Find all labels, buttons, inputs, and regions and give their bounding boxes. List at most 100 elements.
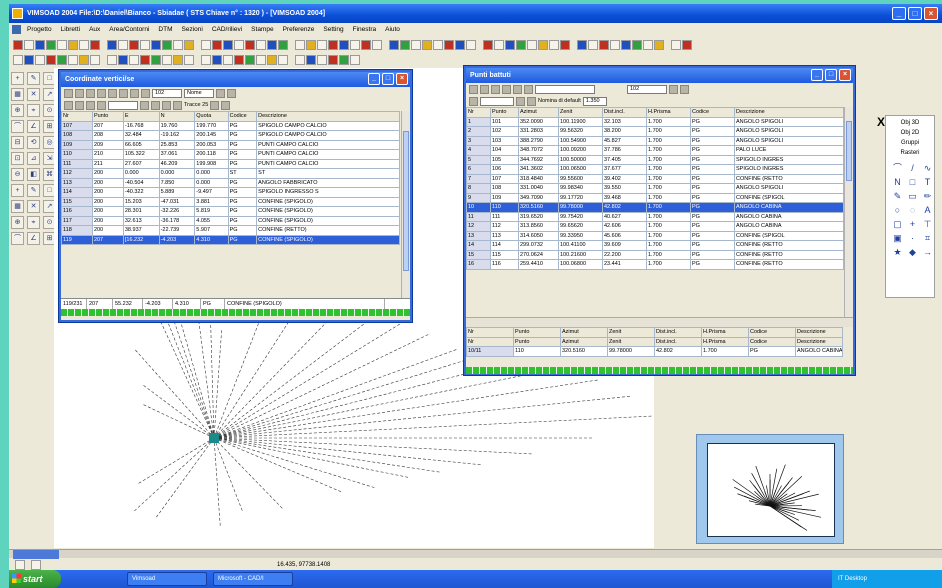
table-cell[interactable]: PG [227,234,258,245]
column-header[interactable]: Punto [91,111,124,122]
toolbar-button-icon[interactable] [350,55,360,65]
column-header[interactable]: Descrizione [734,107,844,118]
column-header[interactable]: N [158,111,196,122]
table-cell[interactable]: PG [690,192,735,203]
column-header[interactable]: Dist.incl. [654,336,702,347]
table-cell[interactable]: 99.33950 [558,230,603,241]
obj3d-label[interactable]: Obj 3D [886,120,934,126]
table-cell[interactable]: 15 [466,249,491,260]
toolbar-button-icon[interactable] [223,40,233,50]
table-cell[interactable]: PG [227,158,258,169]
table-cell[interactable]: 1.700 [646,183,691,194]
toolbar-button-icon[interactable] [79,40,89,50]
menu-item[interactable]: Progetto [27,26,52,33]
tool-icon[interactable]: ∠ [27,232,40,245]
table-cell[interactable]: 101 [490,116,519,127]
tool-icon[interactable]: ⊕ [11,216,24,229]
table-cell[interactable]: -47.031 [158,196,196,207]
table-cell[interactable]: PG [690,116,735,127]
table-row[interactable]: 6 106 341.3602 100.06500 37.677 1.700 PG SPIGOL… [466,164,844,175]
toolbar-button-icon[interactable] [151,40,161,50]
wave-icon[interactable]: ∿ [922,163,933,174]
toolbar-button-icon[interactable] [339,55,349,65]
table-cell[interactable]: SPIGOLO CAMPO CALCIO [256,130,400,141]
layer-tab[interactable] [13,550,59,559]
column-header[interactable]: Descrizione [256,111,400,122]
edit-cell[interactable]: CONFINE (SPIGOLO) [225,299,385,309]
table-cell[interactable]: 100.21600 [558,249,603,260]
table-row[interactable]: 13 113 314.6050 99.33950 45.606 1.700 PG CONFIN… [466,230,844,241]
tool-icon[interactable] [469,84,478,94]
table-cell[interactable]: 37.677 [602,164,647,175]
table-cell[interactable]: 99.78000 [558,202,603,213]
table-cell[interactable]: 1.700 [646,154,691,165]
points-hscrollbar[interactable] [466,317,853,327]
table-cell[interactable]: 5.819 [194,206,229,217]
table-cell[interactable]: 100.54900 [558,135,603,146]
tool-icon[interactable] [513,84,522,94]
toolbar-button-icon[interactable] [201,40,211,50]
table-cell[interactable]: 1.700 [646,249,691,260]
points-combo[interactable] [535,84,595,94]
table-cell[interactable]: 104 [490,145,519,156]
binoculars-icon[interactable] [469,96,478,106]
table-cell[interactable]: PG [690,230,735,241]
table-cell[interactable]: 16 [466,259,491,270]
tool-icon[interactable]: ⌒ [11,120,24,133]
toolbar-button-icon[interactable] [671,40,681,50]
table-cell[interactable]: PG [690,240,735,251]
table-cell[interactable]: -19.162 [158,130,196,141]
column-header[interactable]: Nr [466,107,491,118]
toolbar-button-icon[interactable] [184,55,194,65]
table-cell[interactable]: 200 [91,215,124,226]
table-row[interactable]: 118 200 38.937 -22.739 5.907 PG CONFINE (RETTO… [61,225,400,236]
table-cell[interactable]: 200.118 [194,149,229,160]
close-icon[interactable]: × [396,73,408,85]
toolbar-button-icon[interactable] [654,40,664,50]
grid-icon[interactable]: ⌗ [922,233,933,244]
table-cell[interactable]: 38.937 [122,225,160,236]
toolbar-button-icon[interactable] [328,55,338,65]
table-cell[interactable]: 13 [466,230,491,241]
table-cell[interactable]: 103 [490,135,519,146]
table-cell[interactable]: 0.000 [194,177,229,188]
column-header[interactable]: Azimut [560,336,608,347]
column-header[interactable]: Zenit [607,336,655,347]
table-row[interactable]: 12 112 313.8560 99.65620 42.606 1.700 PG ANGOLO… [466,221,844,232]
column-header[interactable]: Descrizione [795,336,843,347]
table-cell[interactable]: 109 [61,139,93,150]
table-cell[interactable]: 99.17720 [558,192,603,203]
toolbar-button-icon[interactable] [35,40,45,50]
toolbar-button-icon[interactable] [201,55,211,65]
table-cell[interactable]: 1.700 [646,211,691,222]
table-cell[interactable]: 1.700 [646,240,691,251]
table-cell[interactable]: 110 [490,202,519,213]
frame-icon[interactable]: ▭ [907,191,918,202]
table-cell[interactable]: 1.700 [701,346,749,357]
edit-cell[interactable]: 55.232 [113,299,143,309]
table-row[interactable]: 112 200 0.000 0.000 0.000 ST ST [61,168,400,179]
table-cell[interactable]: 1.700 [646,230,691,241]
table-cell[interactable]: ANGOLO SPIGOLI [734,183,844,194]
tool-icon[interactable] [480,84,489,94]
table-cell[interactable]: 105.322 [122,149,160,160]
menu-item[interactable]: Preferenze [283,26,315,33]
table-row[interactable]: 7 107 318.4840 99.55600 39.402 1.700 PG CONFINE… [466,173,844,184]
table-cell[interactable]: 23.441 [602,259,647,270]
table-row[interactable]: 116 200 28.301 -32.226 5.819 PG CONFINE (SPIGO… [61,206,400,217]
toolbar-button-icon[interactable] [494,40,504,50]
table-cell[interactable]: 200 [91,196,124,207]
table-cell[interactable]: 1.700 [646,164,691,175]
minimize-icon[interactable]: _ [368,73,380,85]
table-row[interactable]: 5 105 344.7692 100.50000 37.405 1.700 PG SPIGOL… [466,154,844,165]
table-cell[interactable]: 27.607 [122,158,160,169]
table-cell[interactable]: 1.700 [646,173,691,184]
table-cell[interactable]: CONFINE (SPIGOL [734,192,844,203]
table-cell[interactable]: 1 [466,116,491,127]
table-cell[interactable]: 4.310 [194,234,229,245]
table-cell[interactable]: PG [690,221,735,232]
table-cell[interactable]: CONFINE (RETTO [734,240,844,251]
tool-icon[interactable]: ◧ [27,168,40,181]
table-cell[interactable]: 105 [490,154,519,165]
table-cell[interactable]: 199.908 [194,158,229,169]
